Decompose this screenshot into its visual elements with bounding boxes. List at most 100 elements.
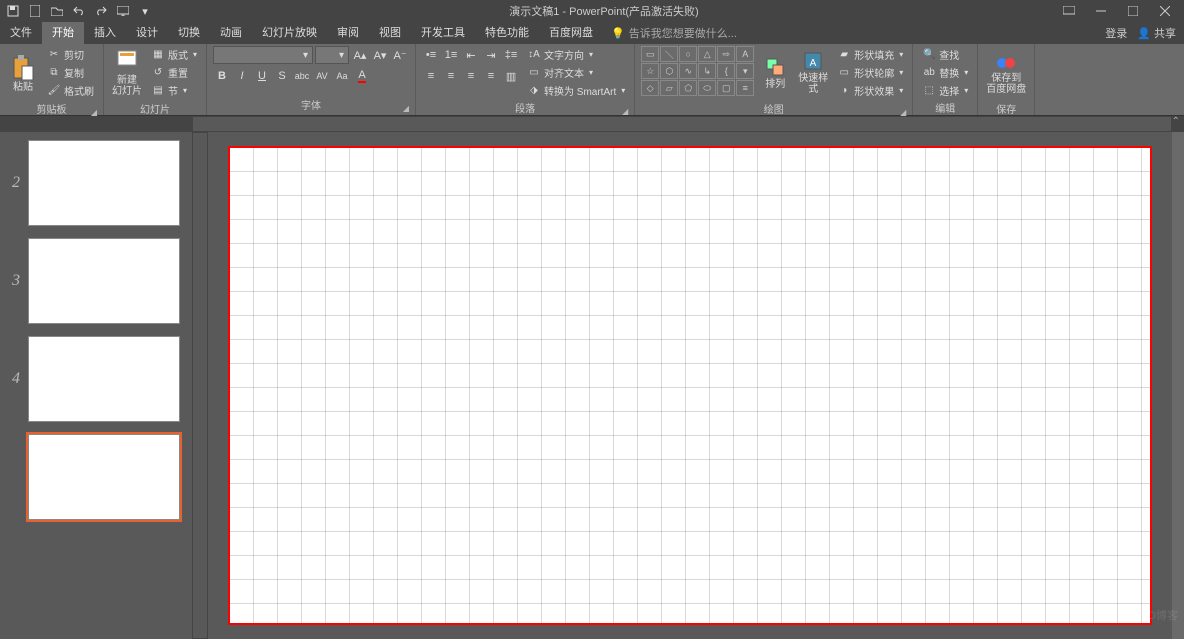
- close-icon[interactable]: [1150, 1, 1180, 21]
- slide-thumbnail-3[interactable]: [28, 238, 180, 324]
- align-right-button[interactable]: ≡: [462, 67, 480, 85]
- tab-special[interactable]: 特色功能: [475, 22, 539, 44]
- font-name-combo[interactable]: ▾: [213, 46, 313, 64]
- tab-developer[interactable]: 开发工具: [411, 22, 475, 44]
- shape-curve[interactable]: ∿: [679, 63, 697, 79]
- font-color-button[interactable]: A: [353, 67, 371, 85]
- undo-icon[interactable]: [70, 2, 88, 20]
- smartart-button[interactable]: ⬗转换为 SmartArt▾: [524, 82, 628, 99]
- slide-thumbnail-4[interactable]: [28, 336, 180, 422]
- shape-hex[interactable]: ⬡: [660, 63, 678, 79]
- ribbon-options-icon[interactable]: [1054, 1, 1084, 21]
- find-button[interactable]: 🔍查找: [919, 46, 971, 63]
- shape-line[interactable]: ＼: [660, 46, 678, 62]
- justify-button[interactable]: ≡: [482, 67, 500, 85]
- clipboard-expand-icon[interactable]: ◢: [91, 108, 97, 117]
- layout-button[interactable]: ▦版式▾: [148, 46, 200, 63]
- shape-triangle[interactable]: △: [698, 46, 716, 62]
- shapes-gallery[interactable]: ▭ ＼ ○ △ ⇨ A ☆ ⬡ ∿ ↳ { ▾ ◇ ▱ ⬠ ⬭ ▢ ≡: [641, 46, 754, 96]
- tab-baidu[interactable]: 百度网盘: [539, 22, 603, 44]
- redo-icon[interactable]: [92, 2, 110, 20]
- minimize-icon[interactable]: [1086, 1, 1116, 21]
- font-expand-icon[interactable]: ◢: [403, 104, 409, 113]
- bold-button[interactable]: B: [213, 67, 231, 85]
- copy-button[interactable]: ⧉复制: [44, 64, 97, 81]
- tab-design[interactable]: 设计: [126, 22, 168, 44]
- shape-effects-button[interactable]: ◑形状效果▾: [834, 82, 906, 99]
- slide-canvas[interactable]: [228, 146, 1152, 625]
- new-slide-button[interactable]: 新建 幻灯片: [110, 46, 144, 100]
- clear-format-button[interactable]: A⁻: [391, 46, 409, 64]
- tab-review[interactable]: 审阅: [327, 22, 369, 44]
- numbering-button[interactable]: 1≡: [442, 46, 460, 64]
- open-icon[interactable]: [48, 2, 66, 20]
- shape-arrow[interactable]: ⇨: [717, 46, 735, 62]
- columns-button[interactable]: ▥: [502, 67, 520, 85]
- vertical-ruler[interactable]: [192, 132, 208, 639]
- tell-me-search[interactable]: 💡 告诉我您想要做什么...: [603, 25, 745, 41]
- grow-font-button[interactable]: A▴: [351, 46, 369, 64]
- vertical-scrollbar[interactable]: [1172, 132, 1184, 639]
- change-case-button[interactable]: Aa: [333, 67, 351, 85]
- tab-slideshow[interactable]: 幻灯片放映: [252, 22, 327, 44]
- tab-animations[interactable]: 动画: [210, 22, 252, 44]
- drawing-expand-icon[interactable]: ◢: [900, 108, 906, 117]
- tab-transitions[interactable]: 切换: [168, 22, 210, 44]
- shape-r4[interactable]: ⬭: [698, 80, 716, 96]
- align-left-button[interactable]: ≡: [422, 67, 440, 85]
- tab-home[interactable]: 开始: [42, 22, 84, 44]
- line-spacing-button[interactable]: ‡≡: [502, 46, 520, 64]
- underline-button[interactable]: U: [253, 67, 271, 85]
- shape-outline-button[interactable]: ▭形状轮廓▾: [834, 64, 906, 81]
- shape-r1[interactable]: ◇: [641, 80, 659, 96]
- save-icon[interactable]: [4, 2, 22, 20]
- qat-more-icon[interactable]: ▾: [136, 2, 154, 20]
- format-painter-button[interactable]: 🖌格式刷: [44, 82, 97, 99]
- shape-rect[interactable]: ▭: [641, 46, 659, 62]
- shape-oval[interactable]: ○: [679, 46, 697, 62]
- paste-button[interactable]: 粘贴: [6, 46, 40, 100]
- decrease-indent-button[interactable]: ⇤: [462, 46, 480, 64]
- shape-connector[interactable]: ↳: [698, 63, 716, 79]
- shape-r3[interactable]: ⬠: [679, 80, 697, 96]
- strike-button[interactable]: S: [273, 67, 291, 85]
- shape-more[interactable]: ▾: [736, 63, 754, 79]
- shape-text[interactable]: A: [736, 46, 754, 62]
- save-baidu-button[interactable]: 保存到 百度网盘: [984, 46, 1028, 100]
- replace-button[interactable]: ab替换▾: [919, 64, 971, 81]
- text-direction-button[interactable]: ↕A文字方向▾: [524, 46, 628, 63]
- shadow-button[interactable]: abc: [293, 67, 311, 85]
- shape-r5[interactable]: ▢: [717, 80, 735, 96]
- cut-button[interactable]: ✂剪切: [44, 46, 97, 63]
- slide-thumbnail-panel[interactable]: 2 3 4: [0, 132, 192, 639]
- align-text-button[interactable]: ▭对齐文本▾: [524, 64, 628, 81]
- shrink-font-button[interactable]: A▾: [371, 46, 389, 64]
- tab-view[interactable]: 视图: [369, 22, 411, 44]
- select-button[interactable]: ⬚选择▾: [919, 82, 971, 99]
- maximize-icon[interactable]: [1118, 1, 1148, 21]
- login-link[interactable]: 登录: [1105, 25, 1127, 41]
- shape-r2[interactable]: ▱: [660, 80, 678, 96]
- char-spacing-button[interactable]: AV: [313, 67, 331, 85]
- shape-fill-button[interactable]: ▰形状填充▾: [834, 46, 906, 63]
- shape-brace[interactable]: {: [717, 63, 735, 79]
- bullets-button[interactable]: •≡: [422, 46, 440, 64]
- collapse-ribbon-icon[interactable]: ⌃: [1172, 116, 1180, 127]
- italic-button[interactable]: I: [233, 67, 251, 85]
- font-size-combo[interactable]: ▾: [315, 46, 349, 64]
- slide-thumbnail-selected[interactable]: [28, 434, 180, 520]
- shape-star[interactable]: ☆: [641, 63, 659, 79]
- align-center-button[interactable]: ≡: [442, 67, 460, 85]
- slide-thumbnail-2[interactable]: [28, 140, 180, 226]
- share-button[interactable]: 👤 共享: [1137, 25, 1176, 41]
- reset-button[interactable]: ↺重置: [148, 64, 200, 81]
- tab-insert[interactable]: 插入: [84, 22, 126, 44]
- new-icon[interactable]: [26, 2, 44, 20]
- quick-styles-button[interactable]: A 快速样式: [796, 46, 830, 100]
- slideshow-icon[interactable]: [114, 2, 132, 20]
- paragraph-expand-icon[interactable]: ◢: [622, 107, 628, 116]
- increase-indent-button[interactable]: ⇥: [482, 46, 500, 64]
- shape-r6[interactable]: ≡: [736, 80, 754, 96]
- horizontal-ruler[interactable]: [192, 116, 1172, 132]
- tab-file[interactable]: 文件: [0, 22, 42, 44]
